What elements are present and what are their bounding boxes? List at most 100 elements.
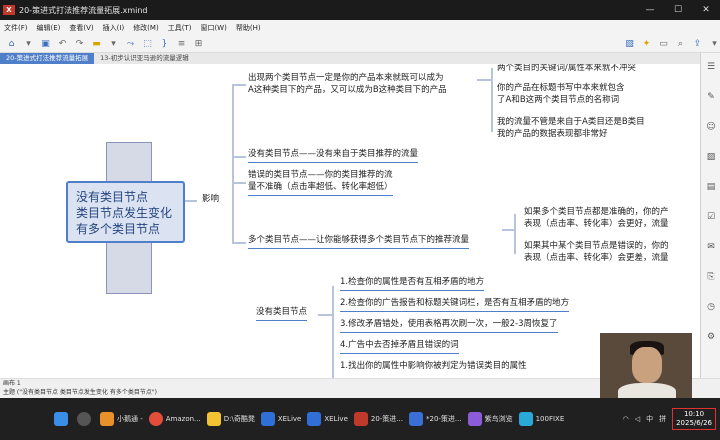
volume-icon[interactable]: ◁	[635, 415, 640, 423]
taskbar-item-label: Amazon...	[165, 415, 201, 423]
input-language[interactable]: 中	[646, 414, 653, 424]
taskbar-item[interactable]: 小鹅通 -	[100, 409, 143, 429]
taskbar-item-label: 20-策进...	[370, 415, 403, 423]
tab-other-map[interactable]: 13-初步认识亚马逊的流量逻辑	[94, 53, 195, 64]
wifi-icon[interactable]: ◠	[623, 415, 629, 423]
share-icon[interactable]: ⇪	[692, 39, 703, 50]
clock-date: 2025/6/26	[676, 419, 712, 427]
connector-line	[232, 84, 246, 86]
topic-step-3[interactable]: 3.修改矛盾错处，使用表格再次刷一次，一般2-3周恢复了	[340, 318, 558, 333]
connector-line	[232, 84, 234, 244]
redo-icon[interactable]: ↷	[74, 39, 85, 50]
topic-find-attribute[interactable]: 1.找出你的属性中影响你被判定为错误类目的属性	[340, 360, 527, 372]
topic-wrong-category-node[interactable]: 错误的类目节点——你的类目推荐的流 量不准确（点击率超低、转化率超低）	[248, 169, 393, 196]
menu-modify[interactable]: 修改(M)	[133, 23, 159, 33]
maximize-button[interactable]: ☐	[664, 0, 692, 20]
save-icon[interactable]: ▣	[40, 39, 51, 50]
search-icon[interactable]: ⌕	[675, 39, 686, 50]
browser-icon	[467, 412, 482, 426]
relationship-icon[interactable]: ⤳	[125, 39, 136, 50]
windows-taskbar: 小鹅通 - Amazon... D:\奇酷凳 XELive XELive 20-…	[0, 398, 720, 440]
app-icon	[518, 412, 533, 426]
icons-panel-icon[interactable]: ☺	[701, 117, 720, 137]
connector-line	[318, 314, 332, 316]
topic-all-accurate[interactable]: 如果多个类目节点都是准确的，你的产 表现（点击率、转化率）会更好，流量	[524, 206, 669, 230]
windows-logo-icon	[54, 412, 68, 426]
document-tabs: 20-策进式打法推荐流量拓展 13-初步认识亚马逊的流量逻辑	[0, 53, 720, 64]
menu-insert[interactable]: 插入(I)	[103, 23, 125, 33]
topic-keywords-no-conflict[interactable]: 两个类目的关键词/属性本来就不冲突	[497, 64, 636, 74]
start-button[interactable]	[54, 409, 71, 429]
comments-icon[interactable]: ✉	[701, 237, 720, 257]
menu-help[interactable]: 帮助(H)	[236, 23, 261, 33]
outline-icon[interactable]: ☰	[701, 57, 720, 77]
subtopic-icon[interactable]: ▾	[108, 39, 119, 50]
layout-icon[interactable]: ⊞	[193, 39, 204, 50]
topic-title-contains-both[interactable]: 你的产品在标题书写中本来就包含 了A和B这两个类目节点的名称词	[497, 82, 625, 106]
status-text: 主题 ("没有类目节点 类目节点发生变化 有多个类目节点")	[3, 389, 157, 396]
system-tray: ◠ ◁ 中 拼 10:10 2025/6/26	[617, 398, 716, 440]
taskbar-item[interactable]: 100FIXE	[518, 409, 565, 429]
mindmap-canvas[interactable]: 没有类目节点 类目节点发生变化 有多个类目节点 影响 出现两个类目节点一定是你的…	[0, 64, 700, 378]
undo-icon[interactable]: ↶	[57, 39, 68, 50]
format-icon[interactable]: ≡	[176, 39, 187, 50]
search-taskbar-button[interactable]	[77, 409, 94, 429]
close-button[interactable]: ✕	[692, 0, 720, 20]
chevron-down-icon[interactable]: ▾	[23, 39, 34, 50]
taskbar-item[interactable]: 20-策进...	[353, 409, 403, 429]
menu-view[interactable]: 查看(V)	[69, 23, 93, 33]
webcam-overlay	[600, 333, 692, 400]
central-topic-line: 没有类目节点	[76, 190, 149, 204]
topic-line: 我的产品的数据表现都非常好	[497, 129, 608, 139]
attachment-icon[interactable]: ⎘	[701, 267, 720, 287]
more-icon[interactable]: ▾	[709, 39, 720, 50]
taskbar-item[interactable]: XELive	[260, 409, 301, 429]
menu-edit[interactable]: 编辑(E)	[37, 23, 61, 33]
xmind-icon	[353, 412, 368, 426]
topic-multiple-category-nodes[interactable]: 多个类目节点——让你能够获得多个类目节点下的推荐流量	[248, 234, 470, 249]
idea-icon[interactable]: ✦	[641, 39, 652, 50]
taskbar-item[interactable]: *20-策进...	[408, 409, 462, 429]
menu-window[interactable]: 窗口(W)	[200, 23, 226, 33]
taskbar-item[interactable]: XELive	[307, 409, 348, 429]
ime-mode[interactable]: 拼	[659, 414, 666, 424]
tab-current-map[interactable]: 20-策进式打法推荐流量拓展	[0, 53, 95, 64]
topic-influence[interactable]: 影响	[202, 193, 219, 205]
taskbar-item[interactable]: Amazon...	[148, 409, 201, 429]
clock-time: 10:10	[683, 410, 705, 418]
topic-line: 出现两个类目节点一定是你的产品本来就既可以成为	[248, 73, 444, 83]
title-bar: X 20-策进式打法推荐流量拓展.xmind — ☐ ✕	[0, 0, 720, 20]
taskbar-item[interactable]: 紫鸟浏览	[467, 409, 513, 429]
topic-step-1[interactable]: 1.检查你的属性是否有互相矛盾的地方	[340, 276, 485, 291]
home-icon[interactable]: ⌂	[6, 39, 17, 50]
topic-no-category-node-fix[interactable]: 没有类目节点	[256, 306, 308, 321]
clock[interactable]: 10:10 2025/6/26	[672, 408, 716, 430]
taskbar-item-label: *20-策进...	[425, 415, 462, 423]
format-brush-icon[interactable]: ✎	[701, 87, 720, 107]
topic-icon[interactable]: ▬	[91, 39, 102, 50]
summary-icon[interactable]: }	[159, 39, 170, 50]
notes-icon[interactable]: ▤	[701, 177, 720, 197]
menu-file[interactable]: 文件(F)	[4, 23, 28, 33]
taskbar-item-label: 100FIXE	[535, 415, 565, 423]
topic-step-4[interactable]: 4.广告中去否掉矛盾且错误的词	[340, 339, 459, 354]
history-icon[interactable]: ◷	[701, 297, 720, 317]
image-icon[interactable]: ▧	[624, 39, 635, 50]
boundary-icon[interactable]: ⬚	[142, 39, 153, 50]
menu-tools[interactable]: 工具(T)	[168, 23, 192, 33]
topic-one-wrong[interactable]: 如果其中某个类目节点是错误的，你的 表现（点击率、转化率）会更差，流量	[524, 240, 669, 264]
minimize-button[interactable]: —	[636, 0, 664, 20]
image-panel-icon[interactable]: ▨	[701, 147, 720, 167]
connector-line	[232, 182, 246, 184]
presentation-icon[interactable]: ▭	[658, 39, 669, 50]
sheet-tab[interactable]: 画布 1	[3, 380, 21, 387]
task-icon[interactable]: ☑	[701, 207, 720, 227]
settings-icon[interactable]: ⚙	[701, 327, 720, 347]
topic-two-categories[interactable]: 出现两个类目节点一定是你的产品本来就既可以成为 A这种类目下的产品，又可以成为B…	[248, 72, 447, 96]
topic-good-performance[interactable]: 我的流量不管是来自于A类目还是B类目 我的产品的数据表现都非常好	[497, 116, 645, 140]
taskbar-item[interactable]: D:\奇酷凳	[206, 409, 255, 429]
central-topic[interactable]: 没有类目节点 类目节点发生变化 有多个类目节点	[66, 181, 185, 243]
taskbar-item-label: D:\奇酷凳	[223, 415, 255, 423]
topic-no-category-node[interactable]: 没有类目节点——没有来自于类目推荐的流量	[248, 148, 419, 163]
topic-step-2[interactable]: 2.检查你的广告报告和标题关键词栏，是否有互相矛盾的地方	[340, 297, 570, 312]
